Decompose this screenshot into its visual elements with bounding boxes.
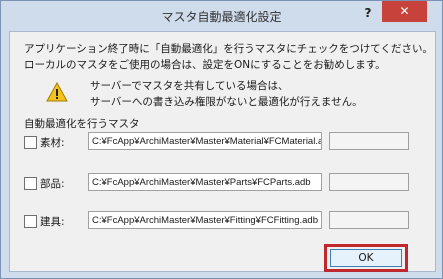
warning-icon bbox=[46, 82, 68, 102]
parts-label: 部品: bbox=[40, 178, 65, 190]
instruction-line-2: ローカルのマスタをご使用の場合は、設定をONにすることをお勧めします。 bbox=[24, 59, 386, 71]
material-label: 素材: bbox=[40, 137, 65, 149]
warning-line-2: サーバーへの書き込み権限がないと最適化が行えません。 bbox=[90, 96, 363, 108]
instruction-line-1: アプリケーション終了時に「自動最適化」を行うマスタにチェックをつけてください。 bbox=[24, 43, 433, 55]
section-label: 自動最適化を行うマスタ bbox=[24, 118, 140, 130]
parts-checkbox[interactable] bbox=[24, 177, 37, 190]
fitting-path-field[interactable]: C:¥FcApp¥ArchiMaster¥Master¥Fitting¥FCFi… bbox=[88, 211, 322, 229]
material-extra-field[interactable] bbox=[329, 132, 409, 150]
fitting-checkbox[interactable] bbox=[24, 215, 37, 228]
parts-path-field[interactable]: C:¥FcApp¥ArchiMaster¥Master¥Parts¥FCPart… bbox=[88, 173, 322, 191]
dialog-content: アプリケーション終了時に「自動最適化」を行うマスタにチェックをつけてください。 … bbox=[9, 31, 436, 272]
material-checkbox[interactable] bbox=[24, 136, 37, 149]
fitting-extra-field[interactable] bbox=[329, 211, 409, 229]
close-button[interactable]: ✕ bbox=[382, 1, 427, 22]
warning-line-1: サーバーでマスタを共有している場合は、 bbox=[90, 80, 289, 92]
dialog-window: マスタ自動最適化設定 ? ✕ アプリケーション終了時に「自動最適化」を行うマスタ… bbox=[0, 0, 443, 279]
fitting-label: 建具: bbox=[40, 216, 65, 228]
material-path-field[interactable]: C:¥FcApp¥ArchiMaster¥Master¥Material¥FCM… bbox=[88, 132, 322, 150]
parts-extra-field[interactable] bbox=[329, 173, 409, 191]
ok-button[interactable]: OK bbox=[330, 249, 402, 267]
help-button[interactable]: ? bbox=[358, 4, 378, 22]
title-bar: マスタ自動最適化設定 ? ✕ bbox=[1, 1, 442, 31]
